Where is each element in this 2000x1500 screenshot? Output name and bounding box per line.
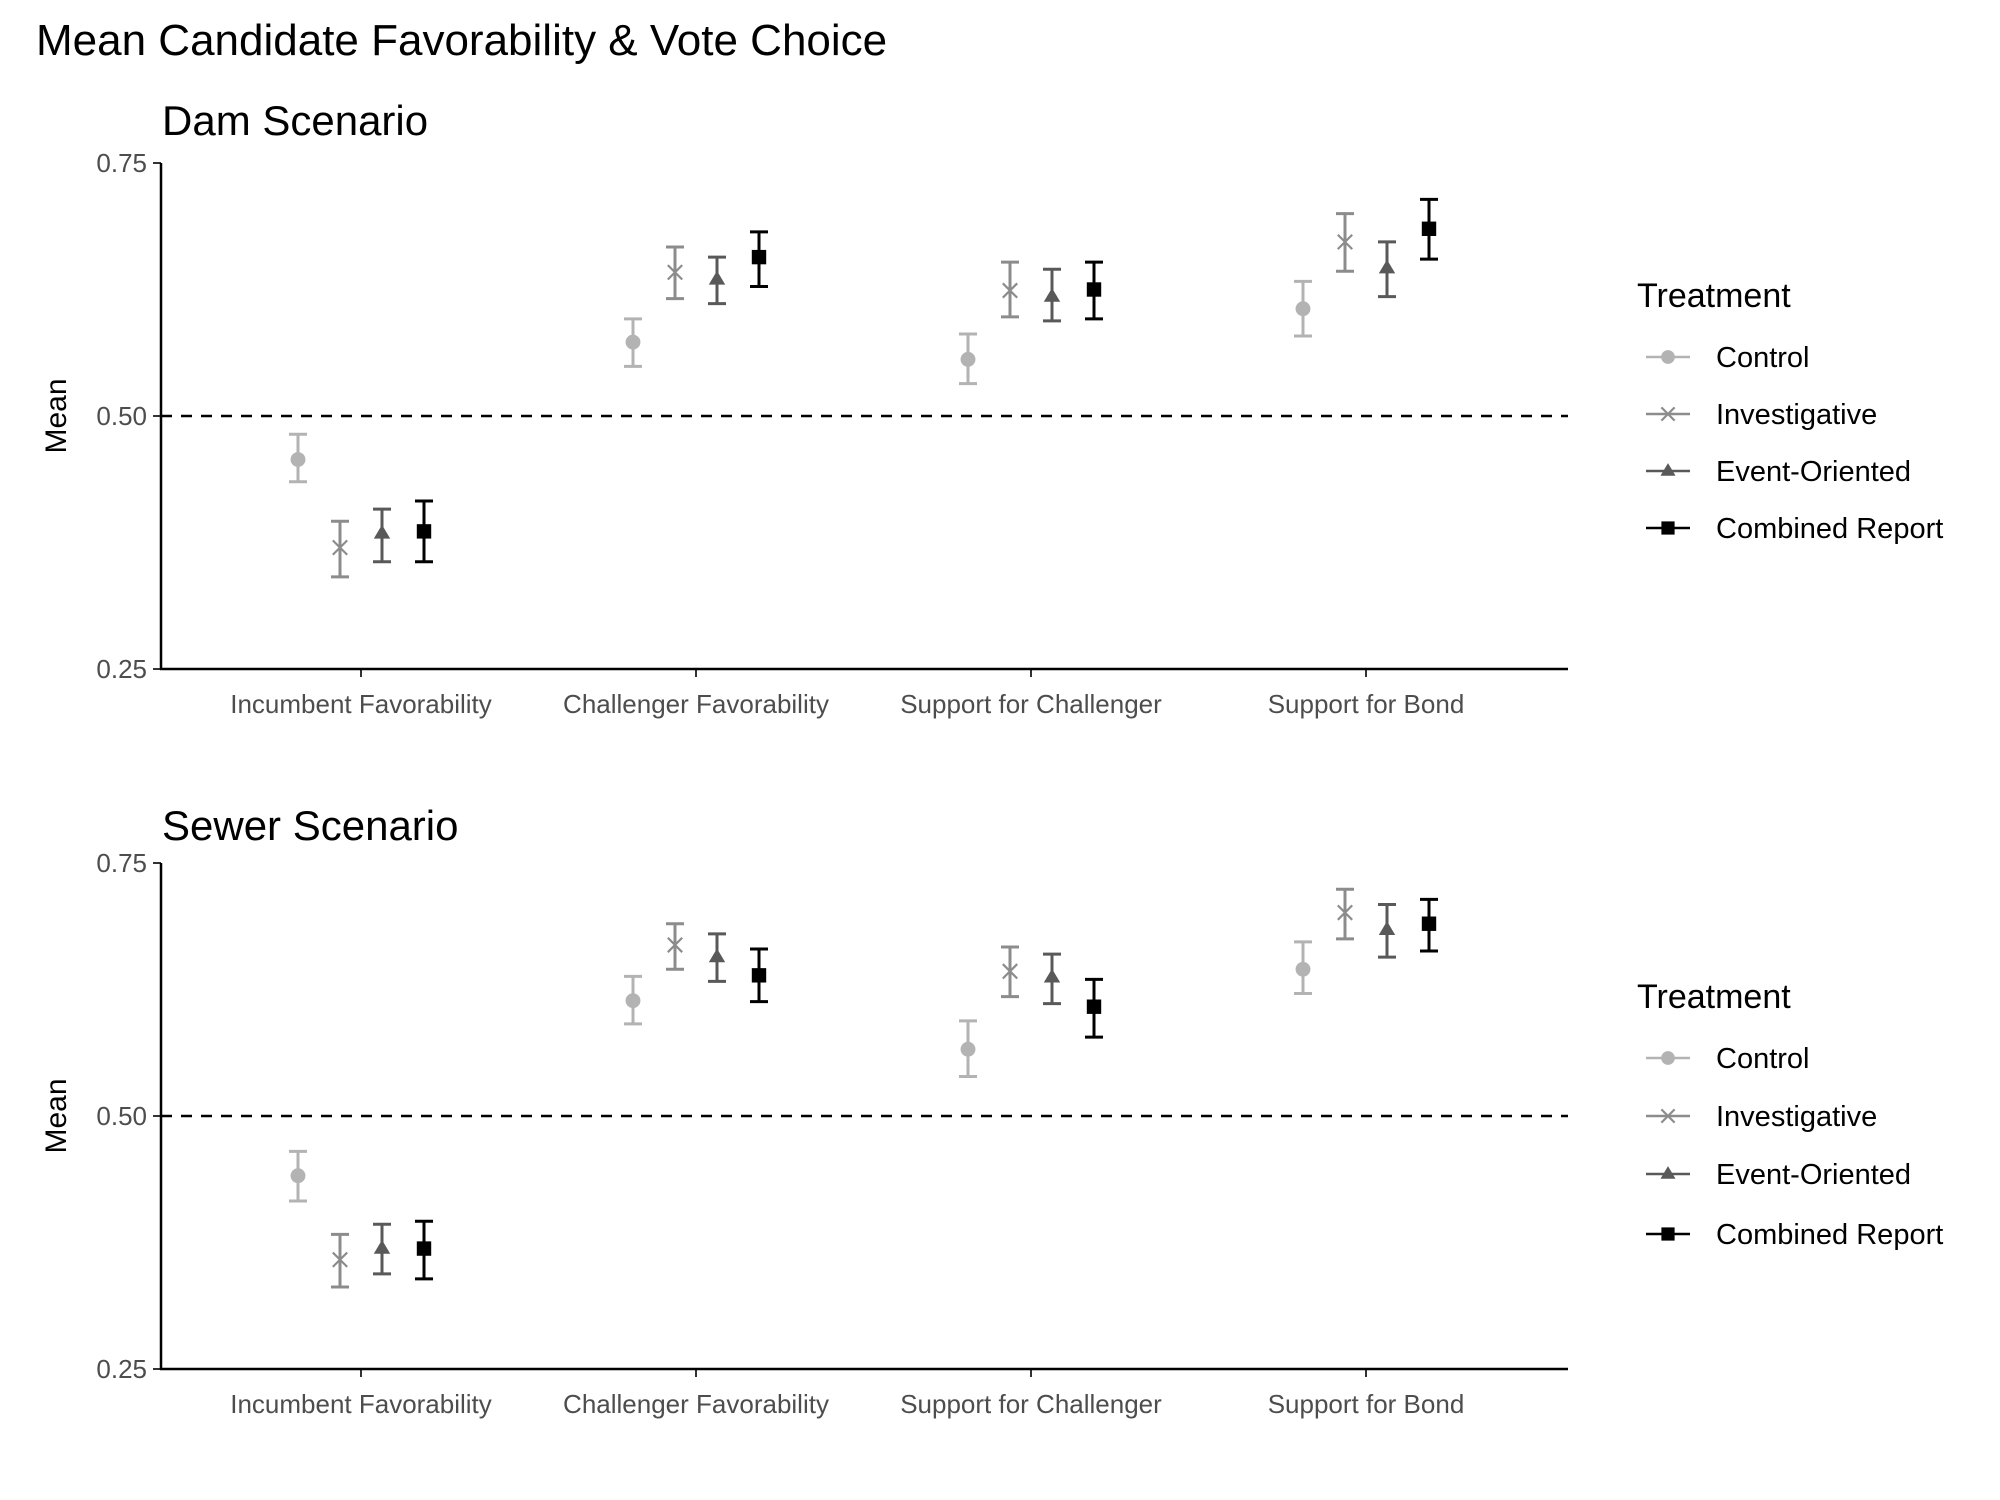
data-point [373, 1239, 391, 1254]
data-marks [289, 887, 1438, 1289]
y-tick-label: 0.50 [96, 401, 147, 431]
data-point [1295, 301, 1311, 317]
legend-label: Investigative [1716, 1101, 1877, 1133]
panel-dam: Dam Scenario Mean 0.25 0.50 0.75 Incumbent… [40, 97, 1943, 719]
data-point [290, 1168, 306, 1184]
y-axis-title: Mean [40, 1078, 73, 1153]
data-point [625, 334, 641, 350]
data-point [1086, 282, 1102, 297]
data-point [708, 948, 726, 963]
legend-square-icon [1661, 521, 1675, 535]
data-point [416, 1241, 432, 1256]
legend-item: Control [1646, 1043, 1810, 1075]
data-point [751, 249, 767, 265]
data-point [290, 452, 306, 467]
chart: Mean Candidate Favorability & Vote Choic… [36, 16, 1943, 1419]
legend-circle-icon [1661, 350, 1675, 364]
x-tick-label: Incumbent Favorability [230, 1389, 492, 1419]
legend-label: Event-Oriented [1716, 1159, 1911, 1191]
x-ticks: Incumbent Favorability Challenger Favorab… [230, 669, 1464, 719]
legend-label: Combined Report [1716, 1219, 1943, 1251]
legend-label: Control [1716, 342, 1810, 374]
data-point [1086, 999, 1102, 1014]
y-tick-label: 0.25 [96, 1354, 147, 1384]
x-ticks: Incumbent Favorability Challenger Favorab… [230, 1369, 1464, 1419]
legend-label: Control [1716, 1043, 1810, 1075]
legend-item: Event-Oriented [1646, 1159, 1911, 1191]
data-point [416, 524, 432, 539]
data-point [1295, 961, 1311, 977]
y-tick-label: 0.75 [96, 148, 147, 178]
data-point [751, 968, 767, 983]
legend-item: Event-Oriented [1646, 456, 1911, 488]
y-tick-label: 0.75 [96, 848, 147, 878]
legend-label: Investigative [1716, 399, 1877, 431]
y-axis-title: Mean [40, 378, 73, 453]
y-tick-label: 0.50 [96, 1101, 147, 1131]
data-point [1421, 221, 1437, 236]
legend-label: Event-Oriented [1716, 456, 1911, 488]
series-investigative [331, 212, 1354, 579]
legend-label: Combined Report [1716, 513, 1943, 545]
legend-item: Combined Report [1646, 513, 1943, 545]
legend-item: Control [1646, 342, 1810, 374]
panel-title: Sewer Scenario [162, 802, 458, 849]
series-investigative [331, 887, 1354, 1289]
data-point [1043, 287, 1061, 302]
data-point [625, 993, 641, 1009]
series-event-oriented [373, 240, 1396, 564]
series-combined-report [415, 197, 1438, 564]
legend: Treatment Control Investigative Event-Orien… [1637, 277, 1943, 545]
y-ticks: 0.25 0.50 0.75 [96, 848, 161, 1384]
data-marks [289, 197, 1438, 579]
legend-square-icon [1661, 1227, 1675, 1241]
x-tick-label: Support for Bond [1268, 689, 1465, 719]
x-tick-label: Challenger Favorability [563, 1389, 829, 1419]
data-point [373, 524, 391, 539]
data-point [1421, 916, 1437, 931]
x-tick-label: Incumbent Favorability [230, 689, 492, 719]
data-point [1043, 968, 1061, 983]
series-control [289, 279, 1312, 484]
data-point [708, 270, 726, 285]
data-point [960, 351, 976, 367]
x-tick-label: Support for Challenger [900, 1389, 1162, 1419]
legend-triangle-icon [1660, 463, 1676, 476]
legend-title: Treatment [1637, 978, 1791, 1016]
series-event-oriented [373, 902, 1396, 1276]
legend-item: Investigative [1646, 399, 1877, 431]
legend-title: Treatment [1637, 277, 1791, 315]
series-control [289, 940, 1312, 1203]
legend-item: Combined Report [1646, 1219, 1943, 1251]
legend-triangle-icon [1660, 1166, 1676, 1179]
chart-title: Mean Candidate Favorability & Vote Choic… [36, 16, 887, 65]
y-ticks: 0.25 0.50 0.75 [96, 148, 161, 684]
panel-title: Dam Scenario [162, 97, 428, 144]
legend-item: Investigative [1646, 1101, 1877, 1133]
data-point [1378, 921, 1396, 935]
x-tick-label: Support for Bond [1268, 1389, 1465, 1419]
series-combined-report [415, 897, 1438, 1281]
legend: Treatment Control Investigative Event-Orien… [1637, 978, 1943, 1251]
data-point [1378, 259, 1396, 274]
y-tick-label: 0.25 [96, 654, 147, 684]
x-tick-label: Challenger Favorability [563, 689, 829, 719]
x-tick-label: Support for Challenger [900, 689, 1162, 719]
data-point [960, 1041, 976, 1057]
legend-circle-icon [1661, 1051, 1675, 1065]
panel-sewer: Sewer Scenario Mean 0.25 0.50 0.75 Incumbe… [40, 802, 1943, 1419]
